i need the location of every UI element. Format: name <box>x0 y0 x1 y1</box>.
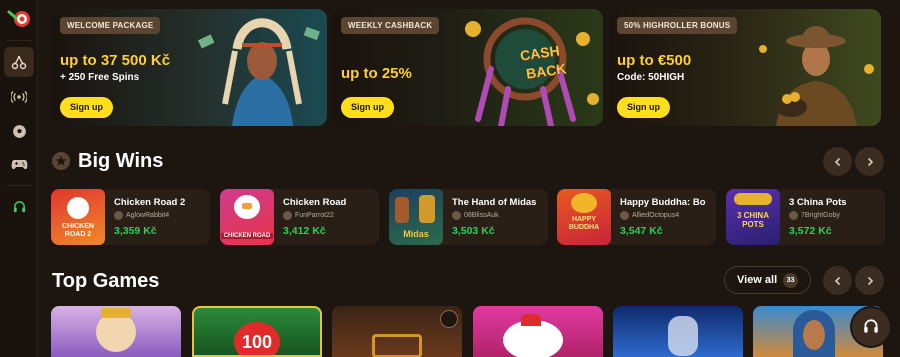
game-thumbnail: HAPPY BUDDHA <box>557 189 611 245</box>
soccer-ball-icon <box>12 124 26 138</box>
sidebar-item-live[interactable] <box>4 82 34 112</box>
sign-up-button[interactable]: Sign up <box>617 97 670 118</box>
sign-up-button[interactable]: Sign up <box>341 97 394 118</box>
games-count-badge: 33 <box>783 272 799 288</box>
top-games-prev-button[interactable] <box>823 266 852 295</box>
big-win-card[interactable]: 3 CHINA POTS 3 China Pots 7BrightGoby 3,… <box>726 189 885 245</box>
big-win-card[interactable]: Midas The Hand of Midas 08BlissAuk 3,503… <box>389 189 548 245</box>
promo-title: up to 37 500 Kč <box>60 52 171 69</box>
win-game-name: 3 China Pots <box>789 197 847 208</box>
win-user: 7BrightGoby <box>789 211 840 220</box>
chevron-left-icon <box>834 157 840 166</box>
gamepad-icon <box>11 159 27 169</box>
sign-up-button[interactable]: Sign up <box>60 97 113 118</box>
cherry-icon <box>11 55 27 70</box>
thumbnail-label: HAPPY BUDDHA <box>568 216 600 231</box>
big-wins-next-button[interactable] <box>855 147 884 176</box>
win-amount: 3,412 Kč <box>283 225 326 237</box>
explorer-illustration <box>759 26 874 126</box>
win-game-name: Chicken Road 2 <box>114 197 186 208</box>
game-tile[interactable] <box>473 306 603 357</box>
headset-icon <box>864 319 878 333</box>
win-username: FunParrot22 <box>295 212 334 219</box>
game-thumbnail: CHICKEN ROAD <box>220 189 274 245</box>
win-game-name: Chicken Road <box>283 197 347 208</box>
support-chat-button[interactable] <box>852 308 890 346</box>
win-user: AglowRabbit4 <box>114 211 169 220</box>
broadcast-icon <box>11 91 27 103</box>
thumbnail-label: CHICKEN ROAD 2 <box>62 223 94 238</box>
promo-cashback[interactable]: CASH BACK WEEKLY CASHBACK up to 25% Sign… <box>333 9 603 126</box>
sidebar-item-slots[interactable] <box>4 47 34 77</box>
win-amount: 3,572 Kč <box>789 225 832 237</box>
avatar <box>452 211 461 220</box>
big-win-card[interactable]: CHICKEN ROAD 2 Chicken Road 2 AglowRabbi… <box>51 189 210 245</box>
promo-badge: WELCOME PACKAGE <box>60 17 161 34</box>
thumbnail-label: CHICKEN ROAD <box>221 233 273 239</box>
promo-title: up to 25% <box>341 65 412 82</box>
avatar <box>283 211 292 220</box>
win-username: 7BrightGoby <box>801 212 840 219</box>
big-win-card[interactable]: CHICKEN ROAD Chicken Road FunParrot22 3,… <box>220 189 379 245</box>
big-wins-title: Big Wins <box>78 150 164 172</box>
win-amount: 3,503 Kč <box>452 225 495 237</box>
top-games-next-button[interactable] <box>855 266 884 295</box>
win-amount: 3,359 Kč <box>114 225 157 237</box>
sidebar-item-sports[interactable] <box>4 116 34 146</box>
view-all-button[interactable]: View all 33 <box>724 266 811 294</box>
win-user: 08BlissAuk <box>452 211 499 220</box>
thumbnail-label: 3 CHINA POTS <box>736 211 769 229</box>
promo-highroller[interactable]: 50% HIGHROLLER BONUS up to €500 Code: 50… <box>609 9 881 126</box>
promo-welcome[interactable]: WELCOME PACKAGE up to 37 500 Kč + 250 Fr… <box>52 9 327 126</box>
chevron-right-icon <box>867 157 873 166</box>
chevron-left-icon <box>834 276 840 285</box>
sidebar-divider <box>6 185 32 186</box>
game-tile[interactable] <box>51 306 181 357</box>
big-win-card[interactable]: HAPPY BUDDHA Happy Buddha: Bo AlliedOcto… <box>557 189 716 245</box>
win-username: 08BlissAuk <box>464 212 499 219</box>
win-user: FunParrot22 <box>283 211 334 220</box>
game-thumbnail: 3 CHINA POTS <box>726 189 780 245</box>
game-tile[interactable] <box>332 306 462 357</box>
win-user: AlliedOctopus4 <box>620 211 679 220</box>
big-wins-prev-button[interactable] <box>823 147 852 176</box>
promo-title: up to €500 <box>617 52 692 69</box>
promo-subtitle: Code: 50HIGH <box>617 72 685 83</box>
avatar <box>114 211 123 220</box>
logo[interactable] <box>7 8 33 30</box>
star-icon <box>52 152 70 170</box>
win-username: AglowRabbit4 <box>126 212 170 219</box>
sidebar-divider <box>6 40 32 41</box>
promo-subtitle: + 250 Free Spins <box>60 72 140 83</box>
sidebar-item-support[interactable] <box>4 192 34 222</box>
avatar <box>620 211 629 220</box>
win-game-name: The Hand of Midas <box>452 197 537 208</box>
win-game-name: Happy Buddha: Bo <box>620 197 706 208</box>
headset-icon <box>13 200 25 212</box>
game-thumbnail: Midas <box>389 189 443 245</box>
game-tile[interactable]: 100 <box>192 306 322 357</box>
chevron-right-icon <box>867 276 873 285</box>
game-tile[interactable] <box>613 306 743 357</box>
sidebar-item-games[interactable] <box>4 149 34 179</box>
promo-badge: 50% HIGHROLLER BONUS <box>617 17 738 34</box>
win-amount: 3,547 Kč <box>620 225 663 237</box>
thumbnail-label: Midas <box>403 229 429 239</box>
game-thumbnail: CHICKEN ROAD 2 <box>51 189 105 245</box>
promo-badge: WEEKLY CASHBACK <box>341 17 440 34</box>
top-games-title: Top Games <box>52 270 160 292</box>
game-tile-label: 100 <box>241 332 273 352</box>
chief-illustration <box>197 18 320 126</box>
avatar <box>789 211 798 220</box>
sidebar <box>0 0 38 357</box>
win-username: AlliedOctopus4 <box>632 212 680 219</box>
view-all-label: View all <box>737 274 778 286</box>
